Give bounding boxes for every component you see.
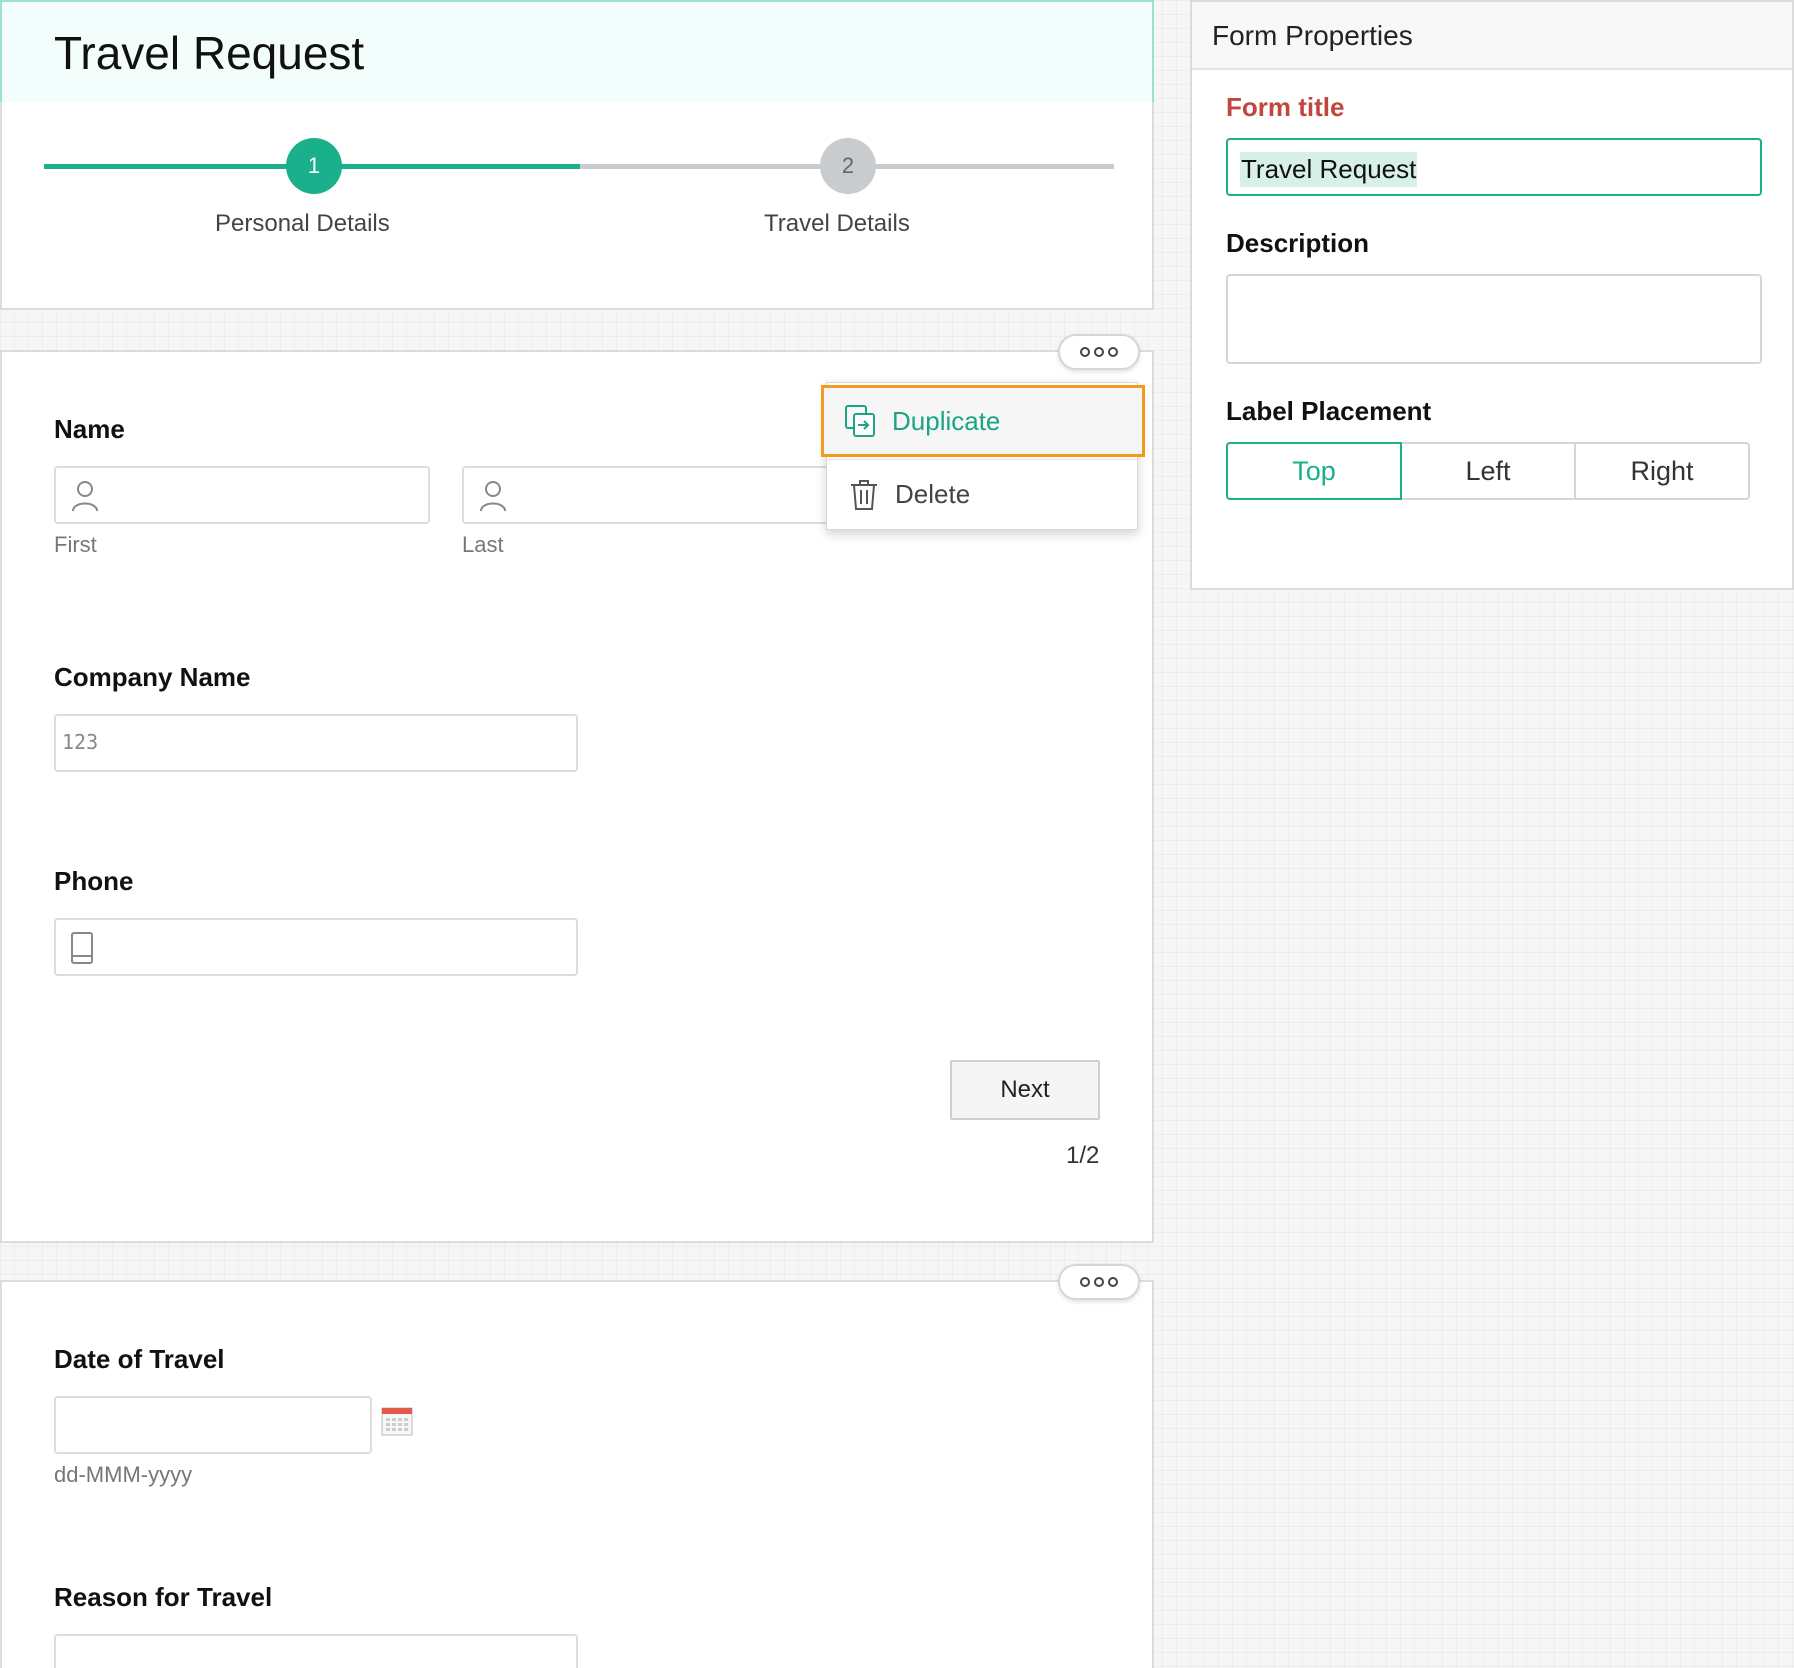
duplicate-label: Duplicate xyxy=(892,405,1001,436)
date-of-travel-label: Date of Travel xyxy=(54,1344,225,1374)
label-placement-left-option[interactable]: Left xyxy=(1400,442,1576,500)
first-name-sublabel: First xyxy=(54,532,97,557)
page-indicator: 1/2 xyxy=(1066,1142,1100,1169)
form-title-banner[interactable]: Travel Request xyxy=(0,0,1154,104)
description-property-label: Description xyxy=(1226,228,1370,258)
step-1-indicator[interactable]: 1 xyxy=(286,138,342,194)
person-icon xyxy=(480,481,506,512)
calendar-icon[interactable] xyxy=(381,1406,413,1436)
label-placement-right-option[interactable]: Right xyxy=(1574,442,1750,500)
first-name-input[interactable] xyxy=(54,466,430,524)
label-placement-top-option[interactable]: Top xyxy=(1226,442,1402,500)
person-icon xyxy=(72,481,98,512)
reason-for-travel-label: Reason for Travel xyxy=(54,1582,273,1612)
more-dot-icon xyxy=(1080,1277,1090,1287)
duplicate-icon xyxy=(845,405,875,437)
delete-label: Delete xyxy=(895,479,971,509)
description-property-input[interactable] xyxy=(1226,274,1762,364)
step-progress-bar: 1 Personal Details 2 Travel Details xyxy=(0,102,1154,310)
duplicate-menu-item[interactable]: Duplicate xyxy=(821,385,1145,457)
more-dot-icon xyxy=(1094,1277,1104,1287)
mobile-phone-icon xyxy=(71,932,93,964)
page-1-more-options-button[interactable] xyxy=(1058,334,1140,370)
more-dot-icon xyxy=(1108,1277,1118,1287)
date-format-hint: dd-MMM-yyyy xyxy=(54,1462,193,1487)
step-2-number: 2 xyxy=(841,153,855,178)
more-dot-icon xyxy=(1094,347,1104,357)
phone-input[interactable] xyxy=(54,918,578,976)
more-dot-icon xyxy=(1080,347,1090,357)
date-of-travel-input[interactable] xyxy=(54,1396,372,1454)
number-icon: 123 xyxy=(62,730,99,754)
trash-icon xyxy=(851,479,877,510)
next-button[interactable]: Next xyxy=(950,1060,1100,1120)
more-dot-icon xyxy=(1108,347,1118,357)
last-name-sublabel: Last xyxy=(462,532,504,557)
name-field-label: Name xyxy=(54,414,125,444)
form-properties-panel: Form Properties Form title Travel Reques… xyxy=(1190,0,1794,590)
delete-menu-item[interactable]: Delete xyxy=(827,459,1137,529)
step-2-indicator[interactable]: 2 xyxy=(820,138,876,194)
form-title-property-label: Form title xyxy=(1226,92,1345,122)
phone-field-label: Phone xyxy=(54,866,134,896)
field-context-menu: Duplicate Delete xyxy=(821,382,1145,530)
properties-title: Form Properties xyxy=(1212,20,1413,51)
form-title: Travel Request xyxy=(54,27,365,79)
last-name-input[interactable] xyxy=(462,466,838,524)
step-1-label[interactable]: Personal Details xyxy=(215,210,390,238)
step-1-number: 1 xyxy=(307,153,321,178)
form-title-property-input[interactable]: Travel Request xyxy=(1226,138,1762,196)
company-name-label: Company Name xyxy=(54,662,251,692)
properties-header: Form Properties xyxy=(1192,2,1792,70)
page-2-more-options-button[interactable] xyxy=(1058,1264,1140,1300)
label-placement-label: Label Placement xyxy=(1226,396,1432,426)
form-title-property-value: Travel Request xyxy=(1240,152,1418,187)
company-name-input[interactable]: 123 xyxy=(54,714,578,772)
step-2-label[interactable]: Travel Details xyxy=(764,210,910,238)
reason-for-travel-input[interactable] xyxy=(54,1634,578,1668)
